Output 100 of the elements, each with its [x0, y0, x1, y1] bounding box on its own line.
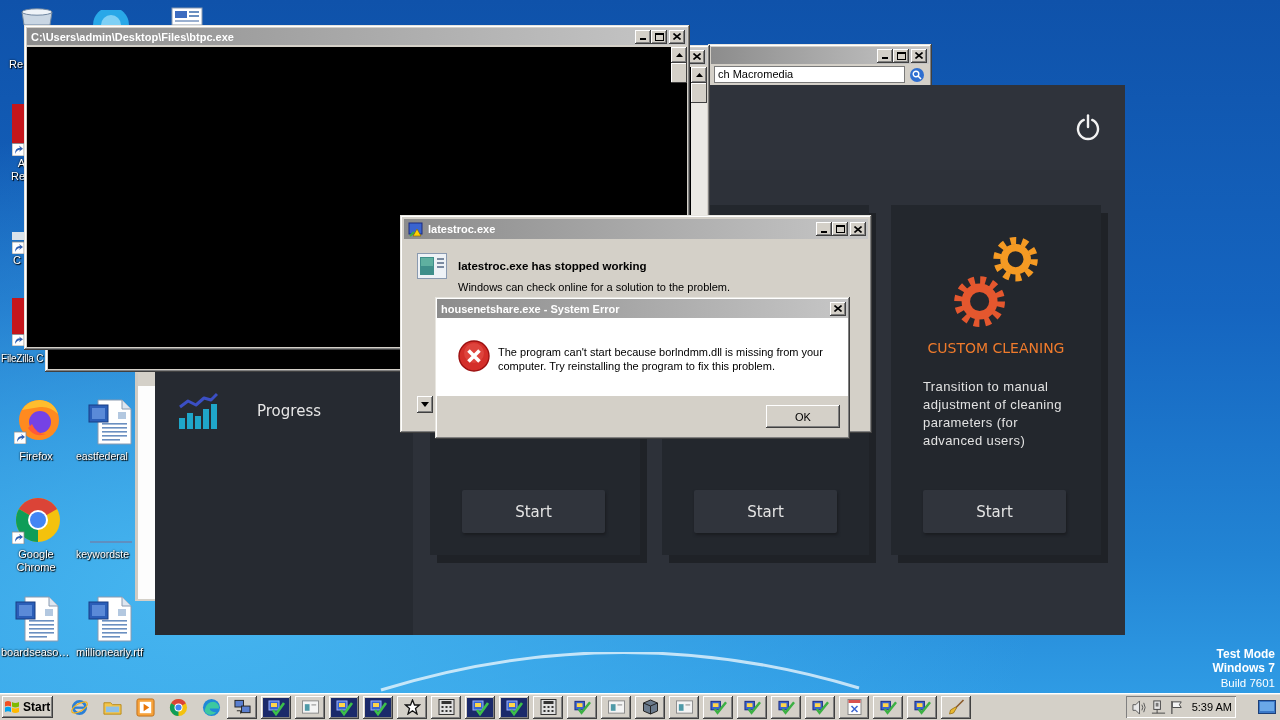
recycle-bin-icon[interactable] [20, 8, 54, 25]
search-button[interactable] [907, 66, 926, 83]
taskbar-button[interactable] [669, 695, 699, 719]
installer-icon [777, 699, 795, 715]
close-button[interactable] [669, 29, 685, 44]
maximize-button[interactable] [832, 222, 848, 236]
clock[interactable]: 5:39 AM [1191, 701, 1232, 713]
start-button[interactable]: Start [694, 490, 837, 533]
taskbar-button[interactable] [873, 695, 903, 719]
start-button[interactable]: Start [462, 490, 605, 533]
maximize-button[interactable] [651, 29, 667, 44]
close-icon [915, 52, 923, 59]
minimize-button[interactable] [635, 29, 651, 44]
window-icon [301, 699, 319, 715]
taskbar-button[interactable] [499, 695, 529, 719]
taskbar-button[interactable] [941, 695, 971, 719]
app-icon [408, 221, 424, 237]
up-arrow-icon [695, 73, 703, 77]
minimize-button[interactable] [816, 222, 832, 236]
round-app-icon[interactable] [93, 10, 129, 25]
close-button[interactable] [850, 222, 866, 236]
card-title: CUSTOM CLEANING [927, 340, 1065, 356]
dialog-text: Windows can check online for a solution to the problem. [458, 281, 731, 293]
ok-button[interactable]: OK [766, 405, 840, 428]
close-icon [693, 53, 701, 60]
taskbar-button[interactable] [295, 695, 325, 719]
computer-icon [233, 699, 251, 715]
shortcut-icon[interactable] [12, 232, 24, 254]
taskbar-button[interactable] [397, 695, 427, 719]
taskbar-button[interactable] [261, 695, 291, 719]
scrollbar-thumb[interactable] [691, 83, 707, 103]
window-icon [607, 699, 625, 715]
installer-icon [709, 699, 727, 715]
window-icon [675, 699, 693, 715]
shortcut-icon[interactable] [12, 104, 24, 156]
play-icon[interactable] [136, 697, 155, 717]
document-icon[interactable] [88, 596, 132, 642]
window-title: C:\Users\admin\Desktop\Files\btpc.exe [31, 30, 234, 43]
scrollbar-thumb[interactable] [671, 63, 687, 83]
taskbar-button[interactable] [363, 695, 393, 719]
installer-icon [879, 699, 897, 715]
start-button[interactable]: Start [2, 696, 53, 718]
flag-icon[interactable] [1170, 699, 1185, 715]
search-field[interactable]: ch Macromedia [714, 66, 905, 83]
program-icon [417, 253, 447, 279]
taskbar-button[interactable] [771, 695, 801, 719]
taskbar-button[interactable] [329, 695, 359, 719]
browser-icon[interactable] [70, 697, 89, 717]
installer-icon [743, 699, 761, 715]
close-icon [854, 225, 862, 233]
taskbar-button[interactable] [465, 695, 495, 719]
browser-icon[interactable] [12, 496, 60, 544]
taskbar-button[interactable] [703, 695, 733, 719]
maximize-icon [835, 225, 845, 233]
taskbar-button[interactable] [635, 695, 665, 719]
browser-icon[interactable] [169, 697, 188, 717]
installer-icon [263, 697, 289, 717]
browser-icon[interactable] [14, 398, 60, 444]
taskbar-button[interactable] [805, 695, 835, 719]
scroll-up-button[interactable] [671, 47, 687, 63]
taskbar-button[interactable] [737, 695, 767, 719]
installer-icon [467, 697, 493, 717]
document-icon[interactable] [88, 399, 132, 445]
up-arrow-icon [675, 53, 683, 57]
taskbar-button[interactable] [227, 695, 257, 719]
build-number-text: Build 7601 [1220, 676, 1275, 691]
network-icon[interactable] [1151, 699, 1166, 715]
desktop-icon[interactable] [1258, 700, 1276, 714]
maximize-icon [896, 51, 906, 60]
desktop-icon-label[interactable]: Re [9, 58, 24, 71]
desktop-icon-label[interactable]: FileZilla C [1, 352, 44, 365]
document-icon[interactable] [15, 596, 59, 642]
taskbar-button[interactable] [533, 695, 563, 719]
details-toggle-button[interactable] [417, 396, 433, 413]
shortcut-icon[interactable] [12, 298, 24, 346]
scroll-up-button[interactable] [691, 67, 707, 83]
taskbar-button[interactable] [601, 695, 631, 719]
dialog-heading: latestroc.exe has stopped working [458, 260, 647, 272]
maximize-button[interactable] [893, 48, 909, 63]
close-button[interactable] [830, 301, 846, 316]
taskbar-button[interactable] [907, 695, 937, 719]
minimize-button[interactable] [877, 48, 893, 63]
installer-icon [913, 699, 931, 715]
power-icon[interactable] [1075, 114, 1101, 141]
taskbar-button[interactable] [431, 695, 461, 719]
installer-icon [501, 697, 527, 717]
document-icon [845, 699, 863, 715]
sidebar-item[interactable]: Progress [155, 392, 321, 430]
flag-icon [4, 700, 20, 714]
taskbar-button[interactable] [567, 695, 597, 719]
start-button[interactable]: Start [923, 490, 1066, 533]
taskbar-button[interactable] [839, 695, 869, 719]
installer-icon [331, 697, 357, 717]
close-button[interactable] [911, 48, 927, 63]
speaker-icon[interactable] [1132, 699, 1147, 715]
chart-icon [178, 392, 218, 430]
error-icon [458, 340, 490, 372]
desktop-icon-label[interactable]: C [13, 254, 21, 267]
star-icon [403, 699, 421, 715]
window-title: latestroc.exe [428, 223, 496, 235]
